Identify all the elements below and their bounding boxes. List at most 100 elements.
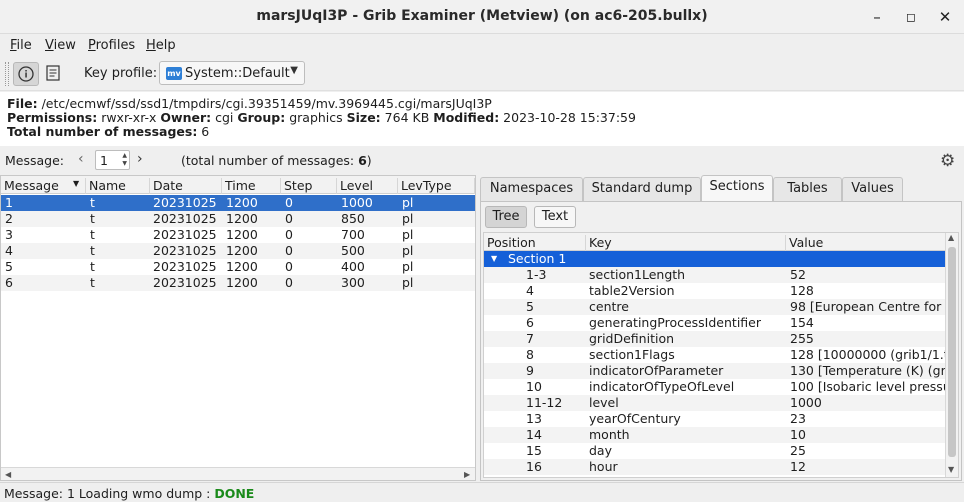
table-row[interactable]: 2 t 20231025 1200 0 850 pl: [1, 211, 475, 227]
window-title: marsJUqI3P - Grib Examiner (Metview) (on…: [256, 8, 708, 24]
tree-cell: 4: [526, 283, 534, 298]
column-header-levtype[interactable]: LevType: [398, 178, 475, 194]
tree-cell: section1Length: [589, 267, 686, 282]
info-button[interactable]: [13, 62, 39, 86]
horizontal-scrollbar[interactable]: ◀ ▶: [1, 467, 475, 480]
scroll-right-icon[interactable]: ▶: [464, 468, 470, 481]
table-cell: 0: [285, 211, 293, 226]
tab-standard-dump[interactable]: Standard dump: [583, 177, 701, 201]
spin-up-icon[interactable]: ▲: [122, 152, 127, 159]
tree-cell: level: [589, 395, 619, 410]
table-cell: 0: [285, 227, 293, 242]
message-spinbox[interactable]: 1 ▲ ▼: [95, 150, 130, 170]
column-header-value[interactable]: Value: [786, 235, 946, 251]
column-header-name[interactable]: Name: [86, 178, 150, 194]
table-row[interactable]: 1 t 20231025 1200 0 1000 pl: [1, 195, 475, 211]
key-profile-select[interactable]: mv System::Default ▼: [159, 61, 305, 85]
list-item[interactable]: 6 generatingProcessIdentifier 154: [484, 315, 946, 331]
tree-cell: 7: [526, 331, 534, 346]
list-item[interactable]: 9 indicatorOfParameter 130 [Temperature (K…: [484, 363, 946, 379]
list-item[interactable]: 15 day 25: [484, 443, 946, 459]
scroll-up-icon[interactable]: ▲: [948, 233, 954, 242]
prev-message-icon[interactable]: ‹: [78, 151, 84, 167]
column-header-position[interactable]: Position: [484, 235, 586, 251]
message-number: 1: [100, 153, 108, 168]
vertical-scrollbar[interactable]: ▲ ▼: [945, 233, 958, 477]
status-text: Message: 1 Loading wmo dump : DONE: [4, 486, 255, 501]
table-cell: pl: [402, 227, 414, 242]
list-item[interactable]: 1-3 section1Length 52: [484, 267, 946, 283]
tab-tables[interactable]: Tables: [773, 177, 842, 201]
total-messages-line: Total number of messages: 6: [7, 124, 210, 139]
table-cell: 1: [5, 195, 13, 210]
menu-profiles[interactable]: Profiles: [88, 38, 135, 53]
table-cell: 0: [285, 275, 293, 290]
column-header-key[interactable]: Key: [586, 235, 786, 251]
list-item[interactable]: 14 month 10: [484, 427, 946, 443]
tab-sections[interactable]: Sections: [701, 175, 773, 201]
tree-cell: centre: [589, 299, 629, 314]
tree-cell: indicatorOfTypeOfLevel: [589, 379, 735, 394]
table-row[interactable]: 3 t 20231025 1200 0 700 pl: [1, 227, 475, 243]
table-row[interactable]: 4 t 20231025 1200 0 500 pl: [1, 243, 475, 259]
minimize-icon[interactable]: –: [867, 7, 887, 27]
next-message-icon[interactable]: ›: [137, 151, 143, 167]
tree-cell: 14: [526, 427, 542, 442]
tree-cell: 98 [European Centre for Medium-Range Wea…: [790, 299, 946, 314]
maximize-icon[interactable]: ◻: [901, 7, 921, 27]
menu-bar: File View Profiles Help: [0, 34, 964, 56]
list-item[interactable]: 5 centre 98 [European Centre for Medium-Ra…: [484, 299, 946, 315]
list-item[interactable]: 10 indicatorOfTypeOfLevel 100 [Isobaric le…: [484, 379, 946, 395]
list-item[interactable]: 8 section1Flags 128 [10000000 (grib1/1.tab…: [484, 347, 946, 363]
key-profile-label: Key profile:: [84, 66, 158, 81]
scroll-down-icon[interactable]: ▼: [948, 465, 954, 474]
tab-values[interactable]: Values: [842, 177, 903, 201]
column-header-message[interactable]: Message ▼: [1, 178, 86, 194]
list-item[interactable]: 7 gridDefinition 255: [484, 331, 946, 347]
dump-button[interactable]: [41, 62, 67, 86]
column-header-time[interactable]: Time: [222, 178, 281, 194]
document-icon: [46, 65, 60, 81]
gear-icon[interactable]: ⚙: [940, 151, 955, 171]
column-header-level[interactable]: Level: [337, 178, 398, 194]
tree-cell: 23: [790, 411, 806, 426]
table-cell: 400: [341, 259, 365, 274]
menu-view[interactable]: View: [45, 38, 76, 53]
table-cell: pl: [402, 259, 414, 274]
spin-down-icon[interactable]: ▼: [122, 160, 127, 167]
file-path-line: File: /etc/ecmwf/ssd/ssd1/tmpdirs/cgi.39…: [7, 96, 492, 111]
tree-cell: table2Version: [589, 283, 675, 298]
tab-namespaces[interactable]: Namespaces: [480, 177, 583, 201]
message-list-header: Message ▼ Name Date Time Step Level LevTy…: [1, 176, 475, 194]
tree-cell: month: [589, 427, 630, 442]
scrollbar-thumb[interactable]: [948, 247, 956, 457]
scroll-left-icon[interactable]: ◀: [5, 468, 11, 481]
table-row[interactable]: 6 t 20231025 1200 0 300 pl: [1, 275, 475, 291]
column-header-step[interactable]: Step: [281, 178, 337, 194]
close-icon[interactable]: ✕: [935, 7, 955, 27]
table-row[interactable]: 5 t 20231025 1200 0 400 pl: [1, 259, 475, 275]
tree-cell: 9: [526, 363, 534, 378]
tree-section-row[interactable]: ▼ Section 1: [484, 251, 946, 267]
tree-cell: 10: [526, 379, 542, 394]
title-bar: marsJUqI3P - Grib Examiner (Metview) (on…: [0, 0, 964, 34]
menu-help[interactable]: Help: [146, 38, 176, 53]
column-header-date[interactable]: Date: [150, 178, 222, 194]
text-view-button[interactable]: Text: [534, 206, 576, 228]
table-cell: t: [90, 243, 95, 258]
list-item[interactable]: 11-12 level 1000: [484, 395, 946, 411]
list-item[interactable]: 13 yearOfCentury 23: [484, 411, 946, 427]
message-label: Message:: [5, 153, 64, 168]
list-item[interactable]: 16 hour 12: [484, 459, 946, 475]
message-nav-bar: Message: ‹ 1 ▲ ▼ › (total number of mess…: [0, 148, 964, 174]
tree-cell: indicatorOfParameter: [589, 363, 724, 378]
tree-view-button[interactable]: Tree: [485, 206, 527, 228]
expand-arrow-icon[interactable]: ▼: [491, 251, 497, 267]
toolbar-handle[interactable]: [5, 62, 9, 86]
table-cell: 1200: [226, 227, 258, 242]
tree-cell: generatingProcessIdentifier: [589, 315, 761, 330]
list-item[interactable]: 4 table2Version 128: [484, 283, 946, 299]
menu-file[interactable]: File: [10, 38, 32, 53]
table-cell: 2: [5, 211, 13, 226]
table-cell: 0: [285, 243, 293, 258]
